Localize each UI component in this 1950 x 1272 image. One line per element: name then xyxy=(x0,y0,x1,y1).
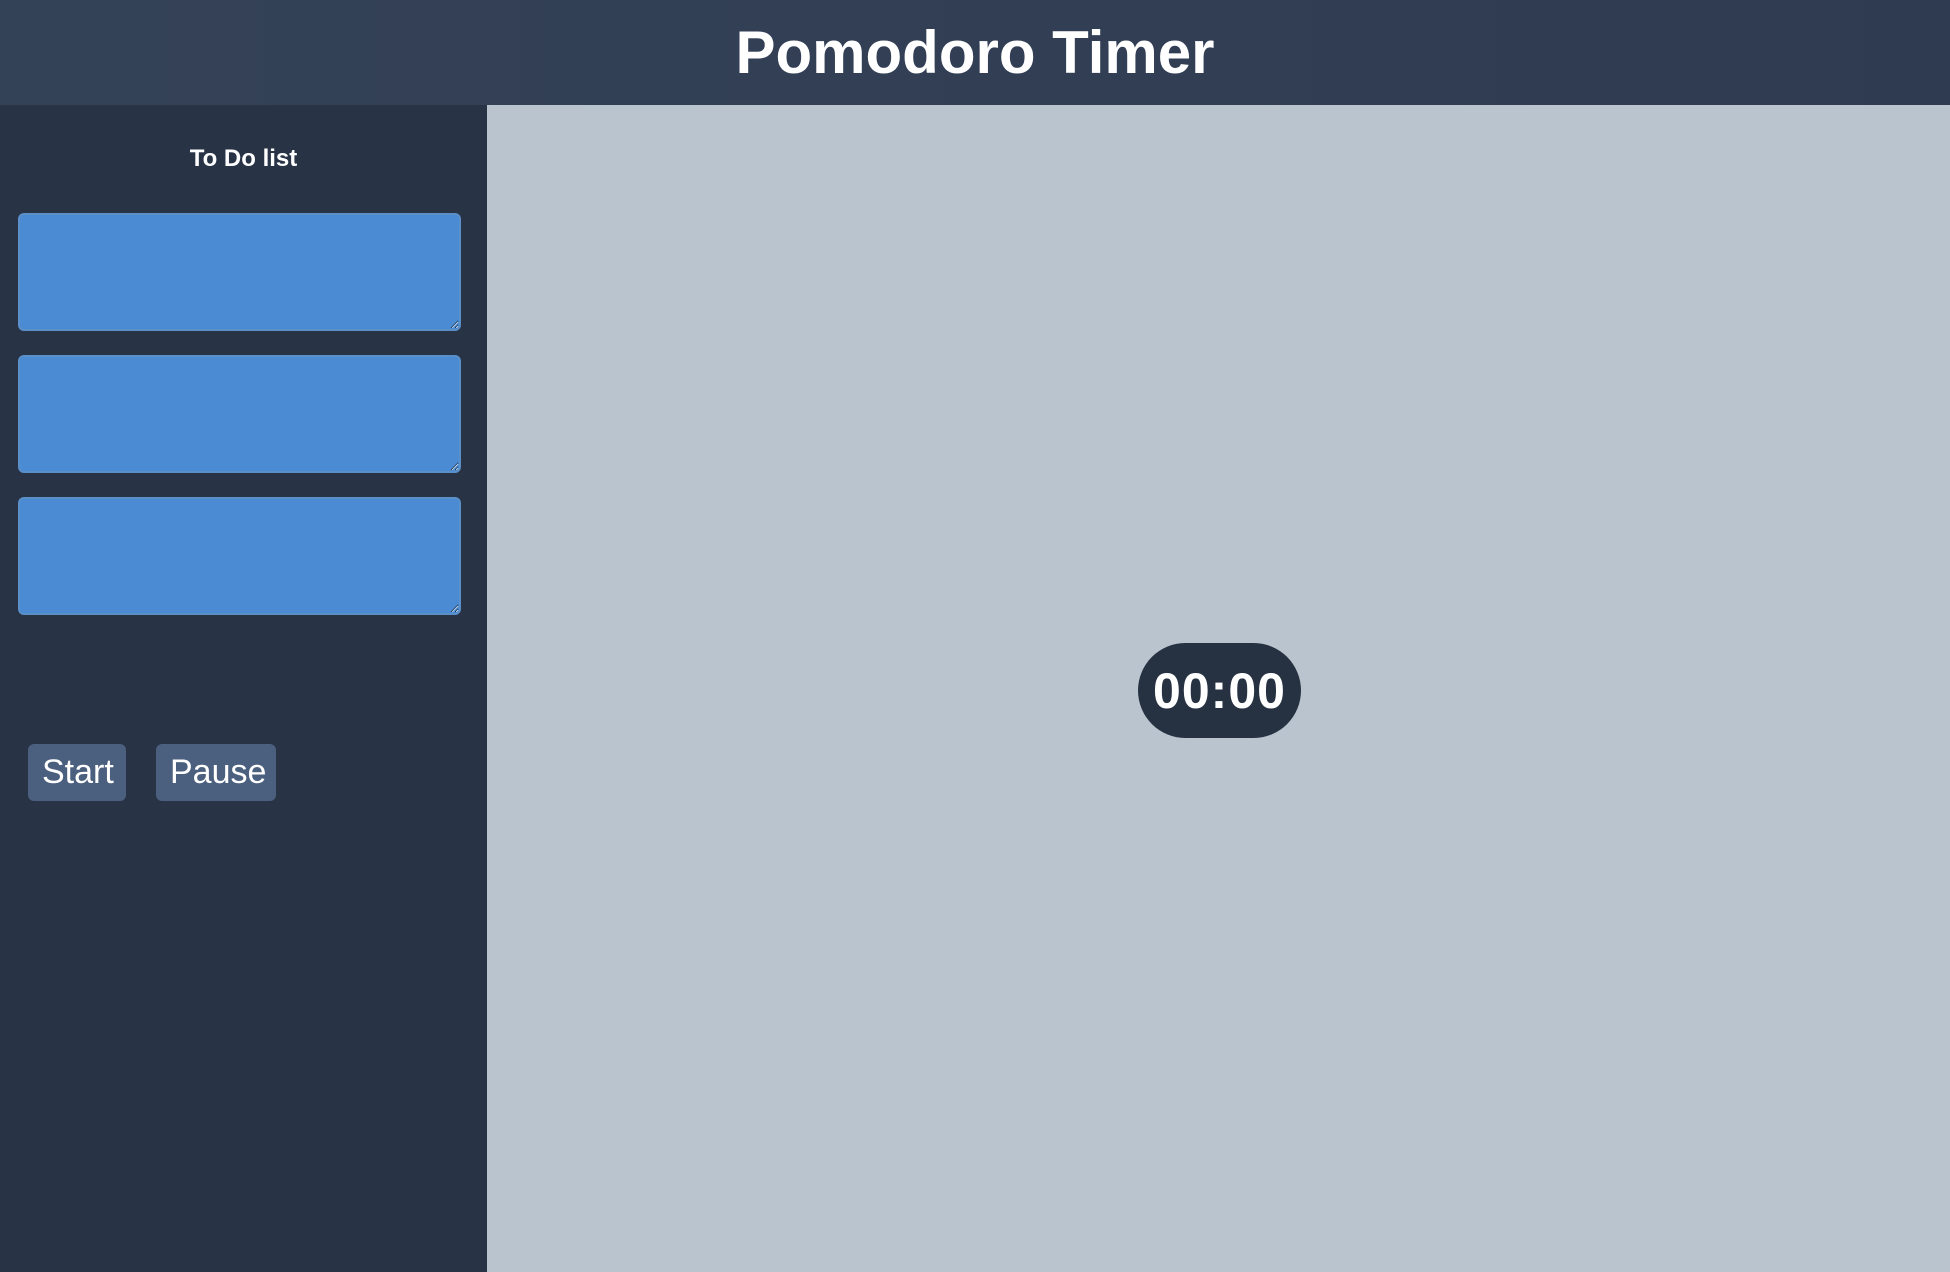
todo-field-1[interactable] xyxy=(18,213,461,331)
todo-list-title: To Do list xyxy=(189,145,298,172)
todo-field-3[interactable] xyxy=(18,497,461,615)
timer-display: 00:00 xyxy=(1138,643,1301,738)
app-header: Pomodoro Timer xyxy=(0,0,1950,105)
start-button[interactable]: Start xyxy=(28,744,126,801)
todo-field-2[interactable] xyxy=(18,355,461,473)
page-title: Pomodoro Timer xyxy=(735,18,1215,86)
timer-value: 00:00 xyxy=(1153,662,1286,719)
pause-button[interactable]: Pause xyxy=(156,744,276,801)
